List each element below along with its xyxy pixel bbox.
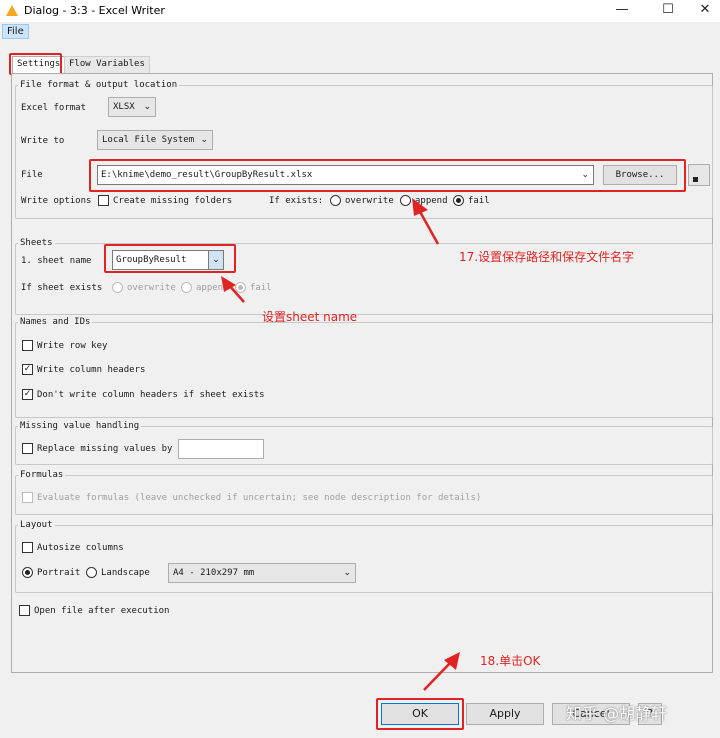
landscape-radio[interactable] — [86, 567, 97, 578]
title-bar: Dialog - 3:3 - Excel Writer — ☐ ✕ — [0, 0, 720, 22]
sheets-group-title: Sheets — [18, 238, 55, 248]
menu-file[interactable]: File — [2, 24, 29, 39]
annotation-step17: 17.设置保存路径和保存文件名字 — [459, 250, 635, 264]
tab-flow-variables[interactable]: Flow Variables — [64, 56, 150, 73]
autosize-columns-checkbox[interactable] — [22, 542, 33, 553]
annotation-step18: 18.单击OK — [480, 654, 541, 668]
if-exists-overwrite-label: overwrite — [345, 196, 394, 206]
chevron-down-icon: ⌄ — [343, 568, 351, 578]
paper-size-value: A4 - 210x297 mm — [173, 568, 255, 578]
evaluate-formulas-label: Evaluate formulas (leave unchecked if un… — [37, 493, 482, 503]
excel-format-label: Excel format — [21, 103, 87, 113]
autosize-columns-label: Autosize columns — [37, 543, 124, 553]
if-sheet-exists-label: If sheet exists — [21, 283, 103, 293]
settings-tab-highlight — [9, 53, 62, 75]
write-to-select[interactable]: Local File System ⌄ — [97, 130, 213, 150]
layout-group — [15, 525, 713, 593]
sheet-append-label: append — [196, 283, 229, 293]
write-column-headers-checkbox[interactable]: ✓ — [22, 364, 33, 375]
create-missing-folders-label: Create missing folders — [113, 196, 233, 206]
replace-missing-checkbox[interactable] — [22, 443, 33, 454]
excel-format-value: XLSX — [113, 102, 135, 112]
formulas-group-title: Formulas — [18, 470, 66, 480]
dont-write-headers-checkbox[interactable]: ✓ — [22, 389, 33, 400]
portrait-radio[interactable] — [22, 567, 33, 578]
excel-format-select[interactable]: XLSX ⌄ — [108, 97, 156, 117]
sheet-fail-radio[interactable] — [235, 282, 246, 293]
if-exists-append-label: append — [415, 196, 448, 206]
open-after-execution-label: Open file after execution — [34, 606, 170, 616]
sheet-overwrite-radio[interactable] — [112, 282, 123, 293]
write-options-label: Write options — [21, 196, 92, 206]
chevron-down-icon: ⌄ — [143, 102, 151, 112]
annotation-sheet-name: 设置sheet name — [262, 310, 358, 324]
if-exists-fail-label: fail — [468, 196, 490, 206]
sheet-fail-label: fail — [250, 283, 272, 293]
if-exists-fail-radio[interactable] — [453, 195, 464, 206]
sheet-overwrite-label: overwrite — [127, 283, 176, 293]
chevron-down-icon: ⌄ — [200, 135, 208, 145]
sheet-append-radio[interactable] — [181, 282, 192, 293]
file-format-group-title: File format & output location — [18, 80, 180, 90]
layout-group-title: Layout — [18, 520, 55, 530]
close-button[interactable]: ✕ — [690, 0, 720, 22]
open-after-execution-checkbox[interactable] — [19, 605, 30, 616]
sheet-name-highlight — [104, 244, 236, 273]
knime-node-icon — [6, 5, 18, 16]
paper-size-select[interactable]: A4 - 210x297 mm ⌄ — [168, 563, 356, 583]
replace-missing-label: Replace missing values by — [37, 444, 173, 454]
write-row-key-checkbox[interactable] — [22, 340, 33, 351]
create-missing-folders-checkbox[interactable] — [98, 195, 109, 206]
minimize-button[interactable]: — — [602, 0, 642, 22]
names-ids-group-title: Names and IDs — [18, 317, 93, 327]
portrait-label: Portrait — [37, 568, 81, 578]
write-to-label: Write to — [21, 136, 65, 146]
if-exists-overwrite-radio[interactable] — [330, 195, 341, 206]
write-column-headers-label: Write column headers — [37, 365, 146, 375]
sheet-name-label: 1. sheet name — [21, 256, 92, 266]
apply-button[interactable]: Apply — [466, 703, 544, 725]
flow-variable-icon[interactable] — [688, 164, 710, 186]
watermark: 知乎 @胡静轩 — [566, 704, 668, 723]
evaluate-formulas-checkbox[interactable] — [22, 492, 33, 503]
dont-write-headers-label: Don't write column headers if sheet exis… — [37, 390, 265, 400]
file-label: File — [21, 170, 43, 180]
ok-button-highlight — [376, 698, 464, 730]
if-exists-append-radio[interactable] — [400, 195, 411, 206]
landscape-label: Landscape — [101, 568, 150, 578]
write-to-value: Local File System — [102, 135, 195, 145]
write-row-key-label: Write row key — [37, 341, 108, 351]
menu-bar: File — [0, 22, 720, 40]
window-title: Dialog - 3:3 - Excel Writer — [24, 4, 165, 17]
maximize-button[interactable]: ☐ — [648, 0, 688, 22]
if-exists-label: If exists: — [269, 196, 324, 206]
replace-missing-input[interactable] — [178, 439, 264, 459]
file-path-highlight — [89, 159, 686, 192]
missing-values-group-title: Missing value handling — [18, 421, 142, 431]
